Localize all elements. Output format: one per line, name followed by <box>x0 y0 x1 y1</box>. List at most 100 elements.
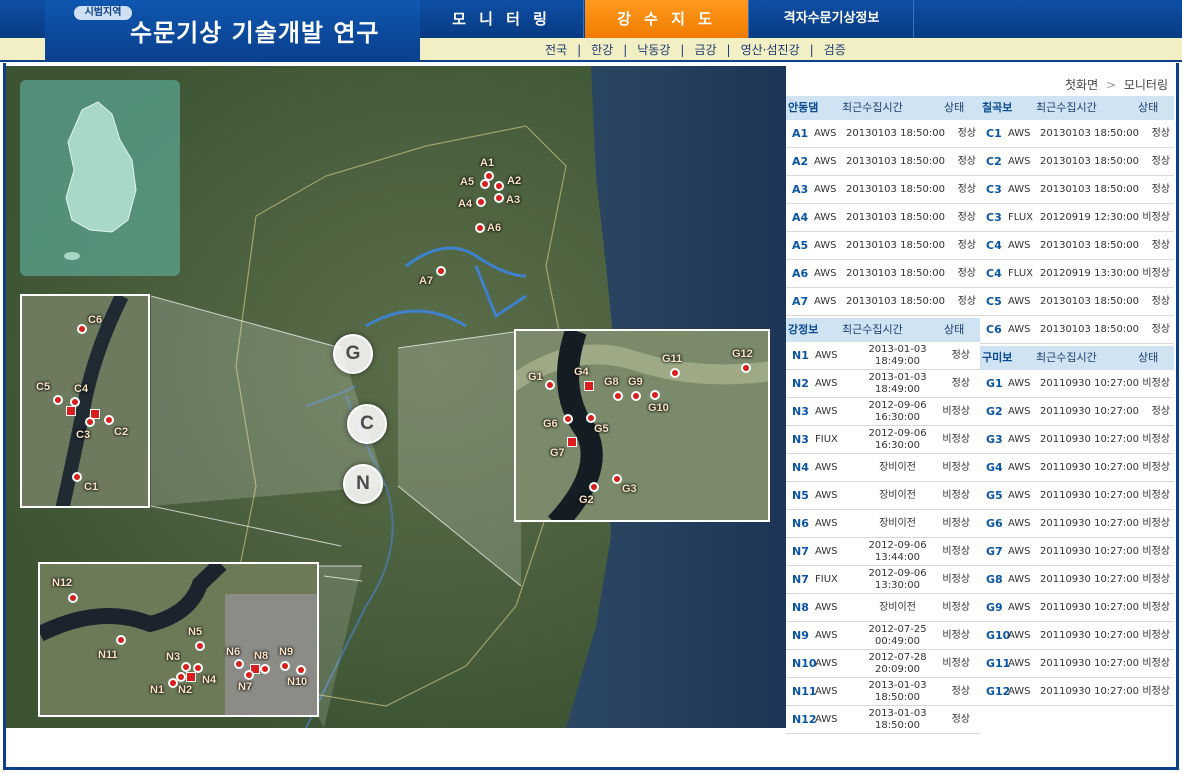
flux-c3[interactable] <box>66 406 76 416</box>
table-row[interactable]: G3 AWS 20110930 10:27:00 비정상 <box>980 426 1174 454</box>
table-row[interactable]: C3 FLUX 20120919 12:30:00 비정상 <box>980 204 1174 232</box>
pin-a6[interactable] <box>475 223 485 233</box>
pin-n4[interactable] <box>193 663 203 673</box>
tab-grid-hydromet[interactable]: 격자수문기상정보 <box>750 0 914 38</box>
table-row[interactable]: A3 AWS 20130103 18:50:00 정상 <box>786 176 980 204</box>
pin-n12[interactable] <box>68 593 78 603</box>
table-row[interactable]: C3 AWS 20130103 18:50:00 정상 <box>980 176 1174 204</box>
pin-n3[interactable] <box>181 662 191 672</box>
sensor-type: AWS <box>815 546 838 557</box>
table-row[interactable]: N6 AWS 장비이전 비정상 <box>786 510 980 538</box>
table-row[interactable]: N5 AWS 장비이전 비정상 <box>786 482 980 510</box>
cluster-c-marker[interactable]: C <box>347 404 387 444</box>
subnav-validation[interactable]: 검증 <box>824 43 846 57</box>
marker-g7[interactable] <box>567 437 577 447</box>
pin-a2[interactable] <box>494 181 504 191</box>
pin-c5[interactable] <box>53 395 63 405</box>
pin-c6[interactable] <box>77 324 87 334</box>
table-row[interactable]: G11 AWS 20110930 10:27:00 비정상 <box>980 650 1174 678</box>
table-row[interactable]: G4 AWS 20110930 10:27:00 비정상 <box>980 454 1174 482</box>
pin-g2[interactable] <box>589 482 599 492</box>
table-row[interactable]: C4 AWS 20130103 18:50:00 정상 <box>980 232 1174 260</box>
table-row[interactable]: G7 AWS 20110930 10:27:00 비정상 <box>980 538 1174 566</box>
pin-n8[interactable] <box>260 664 270 674</box>
table-row[interactable]: N7 FIUX 2012-09-06 13:30:00 비정상 <box>786 566 980 594</box>
last-collected-time: 20130103 18:50:00 <box>846 128 945 139</box>
gangjeong-header: 강정보 최근수집시간 상태 <box>786 318 980 342</box>
table-row[interactable]: N10 AWS 2012-07-28 20:09:00 비정상 <box>786 650 980 678</box>
table-row[interactable]: C1 AWS 20130103 18:50:00 정상 <box>980 120 1174 148</box>
table-row[interactable]: N11 AWS 2013-01-03 18:50:00 정상 <box>786 678 980 706</box>
table-row[interactable]: C2 AWS 20130103 18:50:00 정상 <box>980 148 1174 176</box>
pin-a4[interactable] <box>476 197 486 207</box>
flux-n3[interactable] <box>186 672 196 682</box>
pin-g9[interactable] <box>631 391 641 401</box>
table-row[interactable]: C5 AWS 20130103 18:50:00 정상 <box>980 288 1174 316</box>
station-id: A1 <box>792 127 809 140</box>
subnav-geum[interactable]: 금강 <box>694 43 716 57</box>
table-row[interactable]: N1 AWS 2013-01-03 18:49:00 정상 <box>786 342 980 370</box>
table-row[interactable]: G1 AWS 20110930 10:27:00 비정상 <box>980 370 1174 398</box>
subnav-nakdong[interactable]: 낙동강 <box>637 43 670 57</box>
table-row[interactable]: A6 AWS 20130103 18:50:00 정상 <box>786 260 980 288</box>
subnav-national[interactable]: 전국 <box>545 43 567 57</box>
table-row[interactable]: N8 AWS 장비이전 비정상 <box>786 594 980 622</box>
table-row[interactable]: A7 AWS 20130103 18:50:00 정상 <box>786 288 980 316</box>
satellite-map[interactable]: G C N A1 A2 A3 A4 A5 A6 A7 C6 C5 C4 C3 C… <box>6 66 786 728</box>
pin-n10[interactable] <box>296 665 306 675</box>
tab-monitoring[interactable]: 모 니 터 링 <box>420 0 584 38</box>
table-row[interactable]: G5 AWS 20110930 10:27:00 비정상 <box>980 482 1174 510</box>
table-row[interactable]: A5 AWS 20130103 18:50:00 정상 <box>786 232 980 260</box>
table-row[interactable]: G12 AWS 20110930 10:27:00 비정상 <box>980 678 1174 706</box>
table-row[interactable]: N3 FIUX 2012-09-06 16:30:00 비정상 <box>786 426 980 454</box>
pin-g3[interactable] <box>612 474 622 484</box>
pin-n7[interactable] <box>244 670 254 680</box>
table-row[interactable]: C6 AWS 20130103 18:50:00 정상 <box>980 316 1174 344</box>
breadcrumb-home[interactable]: 첫화면 <box>1065 78 1098 92</box>
pin-g6[interactable] <box>563 414 573 424</box>
pin-g10[interactable] <box>650 390 660 400</box>
pin-n9[interactable] <box>280 661 290 671</box>
cluster-g-marker[interactable]: G <box>333 334 373 374</box>
pin-c1[interactable] <box>72 472 82 482</box>
table-row[interactable]: N9 AWS 2012-07-25 00:49:00 비정상 <box>786 622 980 650</box>
cluster-n-marker[interactable]: N <box>343 464 383 504</box>
pin-c2[interactable] <box>104 415 114 425</box>
pin-g11[interactable] <box>670 368 680 378</box>
table-row[interactable]: G10 AWS 20110930 10:27:00 비정상 <box>980 622 1174 650</box>
station-id: C3 <box>986 183 1002 196</box>
table-row[interactable]: N4 AWS 장비이전 비정상 <box>786 454 980 482</box>
pin-n6[interactable] <box>234 659 244 669</box>
marker-g4[interactable] <box>584 381 594 391</box>
pin-n11[interactable] <box>116 635 126 645</box>
pin-n5[interactable] <box>195 641 205 651</box>
table-row[interactable]: N3 AWS 2012-09-06 16:30:00 비정상 <box>786 398 980 426</box>
status-badge: 비정상 <box>1142 686 1170 697</box>
subnav-yeongsan[interactable]: 영산·섬진강 <box>741 43 800 57</box>
tab-precipitation-map[interactable]: 강 수 지 도 <box>585 0 749 38</box>
pin-g1[interactable] <box>545 380 555 390</box>
pin-g5[interactable] <box>586 413 596 423</box>
table-row[interactable]: N7 AWS 2012-09-06 13:44:00 비정상 <box>786 538 980 566</box>
table-row[interactable]: G2 AWS 20110930 10:27:00 정상 <box>980 398 1174 426</box>
table-row[interactable]: G9 AWS 20110930 10:27:00 비정상 <box>980 594 1174 622</box>
table-row[interactable]: A1 AWS 20130103 18:50:00 정상 <box>786 120 980 148</box>
pin-a7[interactable] <box>436 266 446 276</box>
status-badge: 비정상 <box>942 462 970 473</box>
pin-a5[interactable] <box>480 179 490 189</box>
table-row[interactable]: G6 AWS 20110930 10:27:00 비정상 <box>980 510 1174 538</box>
table-row[interactable]: N12 AWS 2013-01-03 18:50:00 정상 <box>786 706 980 734</box>
pin-a3[interactable] <box>494 193 504 203</box>
pin-g8[interactable] <box>613 391 623 401</box>
pin-c3[interactable] <box>85 417 95 427</box>
table-row[interactable]: A2 AWS 20130103 18:50:00 정상 <box>786 148 980 176</box>
table-row[interactable]: A4 AWS 20130103 18:50:00 정상 <box>786 204 980 232</box>
sensor-type: AWS <box>1008 434 1031 445</box>
subnav-han[interactable]: 한강 <box>591 43 613 57</box>
table-row[interactable]: N2 AWS 2013-01-03 18:49:00 정상 <box>786 370 980 398</box>
table-row[interactable]: G8 AWS 20110930 10:27:00 비정상 <box>980 566 1174 594</box>
sensor-type: AWS <box>815 602 838 613</box>
pin-n1[interactable] <box>168 678 178 688</box>
table-row[interactable]: C4 FLUX 20120919 13:30:00 비정상 <box>980 260 1174 288</box>
pin-g12[interactable] <box>741 363 751 373</box>
